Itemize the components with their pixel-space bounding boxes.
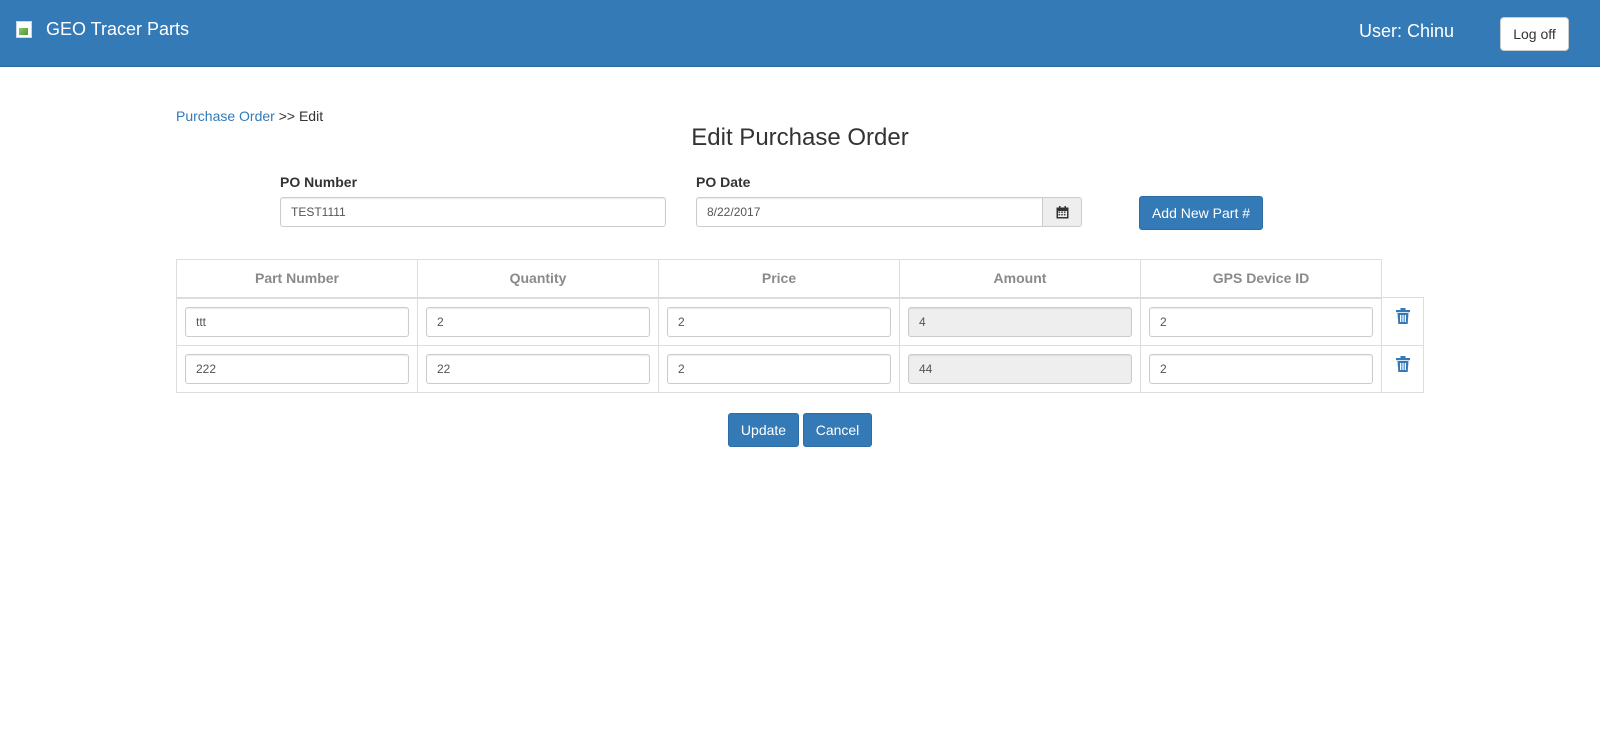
cell-delete — [1381, 297, 1424, 346]
part-number-input[interactable] — [185, 353, 409, 384]
log-off-button[interactable]: Log off — [1500, 17, 1569, 51]
cell-gps-device-id — [1140, 344, 1382, 393]
breadcrumb-separator: >> — [274, 108, 299, 124]
cell-amount — [899, 297, 1141, 346]
column-header-quantity: Quantity — [417, 259, 659, 299]
brand-title: GEO Tracer Parts — [46, 19, 190, 39]
user-label: User: Chinu — [1358, 21, 1454, 41]
table-row — [176, 344, 1424, 393]
trash-icon — [1395, 308, 1410, 324]
table-header-row: Part Number Quantity Price Amount GPS De… — [176, 259, 1424, 299]
cell-part-number — [176, 297, 418, 346]
breadcrumb: Purchase Order >> Edit — [176, 108, 323, 124]
gps-device-id-input[interactable] — [1149, 353, 1373, 384]
po-number-input[interactable] — [280, 197, 666, 227]
cancel-button[interactable]: Cancel — [803, 413, 872, 447]
column-header-amount: Amount — [899, 259, 1141, 299]
delete-row-button[interactable] — [1395, 355, 1410, 375]
column-header-part-number: Part Number — [176, 259, 418, 299]
cell-price — [658, 344, 900, 393]
broken-image-icon — [16, 21, 32, 38]
breadcrumb-current: Edit — [298, 108, 324, 124]
quantity-input[interactable] — [426, 306, 650, 337]
po-date-input[interactable] — [696, 197, 1043, 227]
amount-input — [908, 353, 1132, 384]
cell-part-number — [176, 344, 418, 393]
calendar-icon — [1056, 205, 1068, 218]
column-header-price: Price — [658, 259, 900, 299]
part-number-input[interactable] — [185, 306, 409, 337]
cell-gps-device-id — [1140, 297, 1382, 346]
cell-amount — [899, 344, 1141, 393]
add-new-part-button[interactable]: Add New Part # — [1139, 196, 1263, 230]
po-date-label: PO Date — [696, 174, 751, 190]
brand[interactable]: GEO Tracer Parts — [16, 19, 189, 40]
cell-delete — [1381, 344, 1424, 393]
price-input[interactable] — [667, 306, 891, 337]
quantity-input[interactable] — [426, 353, 650, 384]
table-row — [176, 297, 1424, 346]
trash-icon — [1395, 355, 1410, 372]
breadcrumb-link-purchase-order[interactable]: Purchase Order — [176, 108, 275, 124]
update-button[interactable]: Update — [728, 413, 799, 447]
top-navbar: GEO Tracer Parts User: Chinu Log off — [0, 0, 1600, 67]
cell-quantity — [417, 297, 659, 346]
po-number-label: PO Number — [280, 174, 358, 190]
cell-quantity — [417, 344, 659, 393]
cell-price — [658, 297, 900, 346]
page-title: Edit Purchase Order — [691, 124, 909, 151]
date-picker-button[interactable] — [1042, 197, 1082, 227]
gps-device-id-input[interactable] — [1149, 306, 1373, 337]
price-input[interactable] — [667, 353, 891, 384]
amount-input — [908, 306, 1132, 337]
column-header-gps-device-id: GPS Device ID — [1140, 259, 1382, 299]
parts-table: Part Number Quantity Price Amount GPS De… — [176, 259, 1424, 393]
column-header-actions — [1381, 259, 1424, 298]
delete-row-button[interactable] — [1395, 308, 1410, 327]
